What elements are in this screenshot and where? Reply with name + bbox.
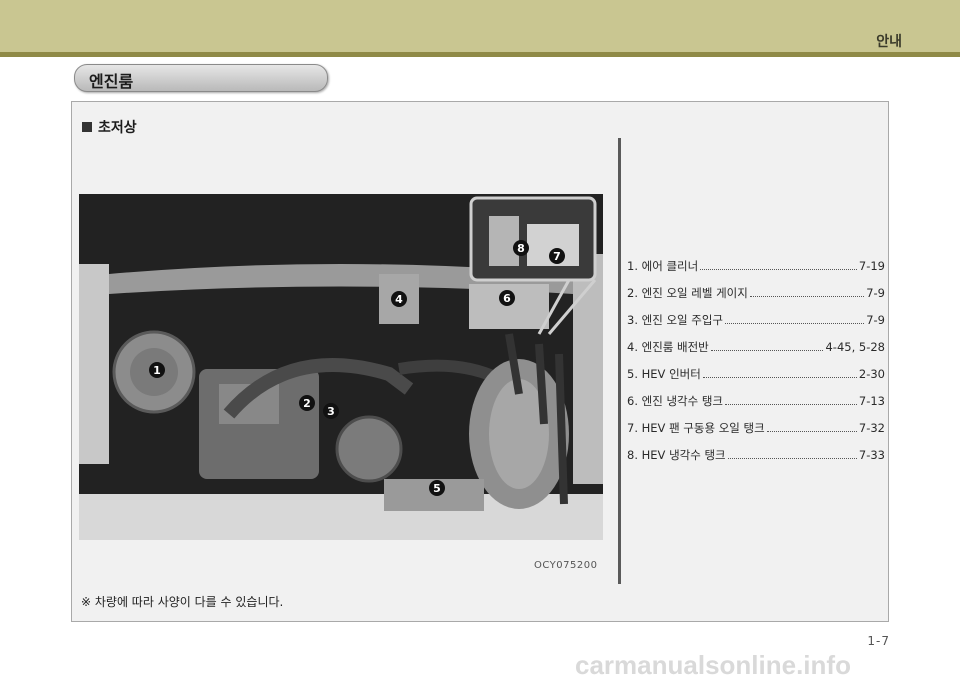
list-item: 4. 엔진룸 배전반 4-45, 5-28 xyxy=(627,340,885,354)
engine-room-photo: 1 2 3 4 5 6 7 8 xyxy=(79,194,603,540)
callout-5: 5 xyxy=(433,482,441,495)
callout-6: 6 xyxy=(503,292,511,305)
callout-8: 8 xyxy=(517,242,525,255)
vertical-divider xyxy=(618,138,621,584)
list-item: 3. 엔진 오일 주입구 7-9 xyxy=(627,313,885,327)
callout-4: 4 xyxy=(395,293,403,306)
list-item: 1. 에어 클리너 7-19 xyxy=(627,259,885,273)
content-panel: 초저상 1 2 3 4 5 6 7 8 OCY075200 1. 에어 클리너 … xyxy=(71,101,889,622)
watermark: carmanualsonline.info xyxy=(575,650,851,680)
list-item: 6. 엔진 냉각수 탱크 7-13 xyxy=(627,394,885,408)
header-rule xyxy=(0,52,960,57)
callout-2: 2 xyxy=(303,397,311,410)
parts-list: 1. 에어 클리너 7-19 2. 엔진 오일 레벨 게이지 7-9 3. 엔진 오… xyxy=(627,258,885,474)
list-item: 5. HEV 인버터 2-30 xyxy=(627,367,885,381)
list-item: 2. 엔진 오일 레벨 게이지 7-9 xyxy=(627,286,885,300)
list-item: 8. HEV 냉각수 탱크 7-33 xyxy=(627,448,885,462)
section-title-pill: 엔진룸 xyxy=(74,64,328,92)
square-bullet-icon xyxy=(82,122,92,132)
header-band xyxy=(0,0,960,52)
section-title: 엔진룸 xyxy=(89,72,134,91)
footnote: ※ 차량에 따라 사양이 다를 수 있습니다. xyxy=(81,595,284,609)
figure-code: OCY075200 xyxy=(534,560,598,571)
chapter-title: 안내 xyxy=(876,34,902,50)
callout-1: 1 xyxy=(153,364,161,377)
callout-7: 7 xyxy=(553,250,561,263)
list-item: 7. HEV 팬 구동용 오일 탱크 7-32 xyxy=(627,421,885,435)
page-number: 1-7 xyxy=(867,634,890,648)
subheading-text: 초저상 xyxy=(98,120,137,136)
callout-3: 3 xyxy=(327,405,335,418)
subheading: 초저상 xyxy=(82,117,137,137)
